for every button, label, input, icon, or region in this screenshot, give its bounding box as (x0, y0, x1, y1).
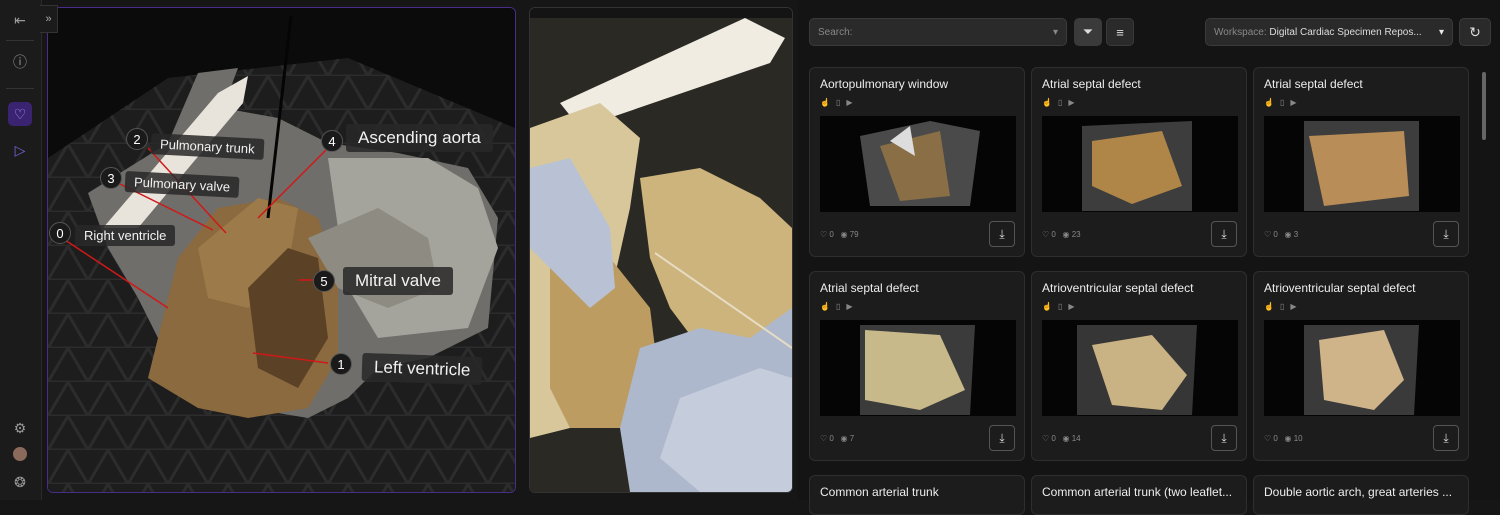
card-title: Common arterial trunk (820, 485, 939, 499)
workspace-value: Digital Cardiac Specimen Repos... (1269, 26, 1422, 38)
card-thumbnail (1042, 116, 1238, 212)
views-count: 3 (1293, 230, 1299, 239)
specimen-card[interactable]: Atrioventricular septal defect ☝▯▶ ♡ 0 ◉… (1031, 271, 1247, 461)
likes-count: 0 (829, 434, 834, 443)
download-button[interactable]: ⤓ (1433, 221, 1459, 247)
likes-count: 0 (1051, 434, 1056, 443)
specimen-card[interactable]: Atrial septal defect ☝▯▶ ♡ 0 ◉ 23 ⤓ (1031, 67, 1247, 257)
label-ascending-aorta[interactable]: Ascending aorta (346, 124, 493, 152)
card-stats: ♡ 0 ◉ 10 (1264, 434, 1303, 443)
label-number: 1 (330, 353, 352, 375)
download-button[interactable]: ⤓ (1211, 425, 1237, 451)
views-count: 10 (1293, 434, 1303, 443)
video-icon[interactable]: ▷ (8, 138, 32, 162)
chevron-down-icon: ▾ (1052, 26, 1058, 38)
label-number: 5 (313, 270, 335, 292)
card-title: Double aortic arch, great arteries ... (1264, 485, 1453, 499)
card-thumbnail (1264, 116, 1460, 212)
specimen-video-viewer[interactable] (529, 7, 793, 493)
card-thumbnail (1042, 320, 1238, 416)
specimen-library-panel: Search: ▾ ⏷ ≡ Workspace: Digital Cardiac… (798, 0, 1500, 515)
exit-icon[interactable]: ⇤ (8, 8, 32, 32)
annotated-specimen-viewer[interactable]: 2 Pulmonary trunk 4 Ascending aorta 3 Pu… (47, 7, 516, 493)
label-left-ventricle[interactable]: Left ventricle (361, 352, 483, 386)
specimen-card[interactable]: Common arterial trunk (809, 475, 1025, 515)
likes-count: 0 (1051, 230, 1056, 239)
card-stats: ♡ 0 ◉ 14 (1042, 434, 1081, 443)
download-button[interactable]: ⤓ (1433, 425, 1459, 451)
label-right-ventricle[interactable]: Right ventricle (75, 225, 176, 246)
card-type-icons: ☝▯▶ (820, 98, 859, 107)
label-number: 0 (49, 222, 71, 244)
card-thumbnail (820, 320, 1016, 416)
specimen-image (48, 8, 515, 492)
card-stats: ♡ 0 ◉ 3 (1264, 230, 1299, 239)
card-stats: ♡ 0 ◉ 79 (820, 230, 859, 239)
specimen-card[interactable]: Atrioventricular septal defect ☝▯▶ ♡ 0 ◉… (1253, 271, 1469, 461)
chevron-down-icon: ▾ (1438, 26, 1444, 38)
workspace-label: Workspace: (1214, 26, 1267, 38)
specimen-card[interactable]: Double aortic arch, great arteries ... (1253, 475, 1469, 515)
label-number: 4 (321, 130, 343, 152)
card-type-icons: ☝▯▶ (1042, 98, 1081, 107)
download-button[interactable]: ⤓ (1211, 221, 1237, 247)
card-stats: ♡ 0 ◉ 7 (820, 434, 855, 443)
download-button[interactable]: ⤓ (989, 425, 1015, 451)
card-title: Atrial septal defect (820, 281, 919, 295)
filter-button[interactable]: ⏷ (1074, 18, 1102, 46)
label-number: 3 (100, 167, 122, 189)
card-title: Common arterial trunk (two leaflet... (1042, 485, 1233, 499)
specimen-card[interactable]: Aortopulmonary window ☝▯▶ ♡ 0 ◉ 79 ⤓ (809, 67, 1025, 257)
card-type-icons: ☝▯▶ (820, 302, 859, 311)
views-count: 79 (849, 230, 859, 239)
rail-divider (6, 40, 34, 41)
info-icon[interactable]: ⓘ (8, 50, 32, 74)
card-thumbnail (1264, 320, 1460, 416)
card-type-icons: ☝▯▶ (1264, 302, 1303, 311)
likes-count: 0 (1273, 230, 1278, 239)
gear-icon[interactable]: ⚙ (8, 416, 32, 440)
video-frame (530, 8, 792, 492)
card-title: Atrial septal defect (1264, 77, 1363, 91)
left-rail: ⇤ ⓘ ♡ ▷ ⚙ ❂ (0, 0, 42, 500)
download-button[interactable]: ⤓ (989, 221, 1015, 247)
specimen-card[interactable]: Atrial septal defect ☝▯▶ ♡ 0 ◉ 7 ⤓ (809, 271, 1025, 461)
search-input[interactable]: Search: ▾ (809, 18, 1067, 46)
card-stats: ♡ 0 ◉ 23 (1042, 230, 1081, 239)
likes-count: 0 (829, 230, 834, 239)
refresh-button[interactable]: ↻ (1459, 18, 1491, 46)
likes-count: 0 (1273, 434, 1278, 443)
card-thumbnail (820, 116, 1016, 212)
rail-divider (6, 88, 34, 89)
card-title: Atrioventricular septal defect (1264, 281, 1416, 295)
filter-icon: ⏷ (1082, 24, 1094, 39)
logo-icon[interactable]: ❂ (8, 470, 32, 494)
collapse-panel-button[interactable]: » (40, 5, 58, 33)
refresh-icon: ↻ (1469, 23, 1481, 40)
sort-button[interactable]: ≡ (1106, 18, 1134, 46)
heart-icon[interactable]: ♡ (8, 102, 32, 126)
card-title: Atrioventricular septal defect (1042, 281, 1194, 295)
label-number: 2 (126, 128, 148, 150)
views-count: 14 (1071, 434, 1081, 443)
label-mitral-valve[interactable]: Mitral valve (343, 267, 453, 295)
card-title: Atrial septal defect (1042, 77, 1141, 91)
specimen-card[interactable]: Atrial septal defect ☝▯▶ ♡ 0 ◉ 3 ⤓ (1253, 67, 1469, 257)
avatar[interactable] (8, 442, 32, 466)
card-type-icons: ☝▯▶ (1042, 302, 1081, 311)
views-count: 7 (849, 434, 855, 443)
specimen-card[interactable]: Common arterial trunk (two leaflet... (1031, 475, 1247, 515)
card-title: Aortopulmonary window (820, 77, 949, 91)
workspace-select[interactable]: Workspace: Digital Cardiac Specimen Repo… (1205, 18, 1453, 46)
search-placeholder: Search: (818, 26, 853, 38)
card-type-icons: ☝▯▶ (1264, 98, 1303, 107)
sort-icon: ≡ (1116, 24, 1124, 40)
views-count: 23 (1071, 230, 1081, 239)
scrollbar-thumb[interactable] (1482, 72, 1486, 140)
